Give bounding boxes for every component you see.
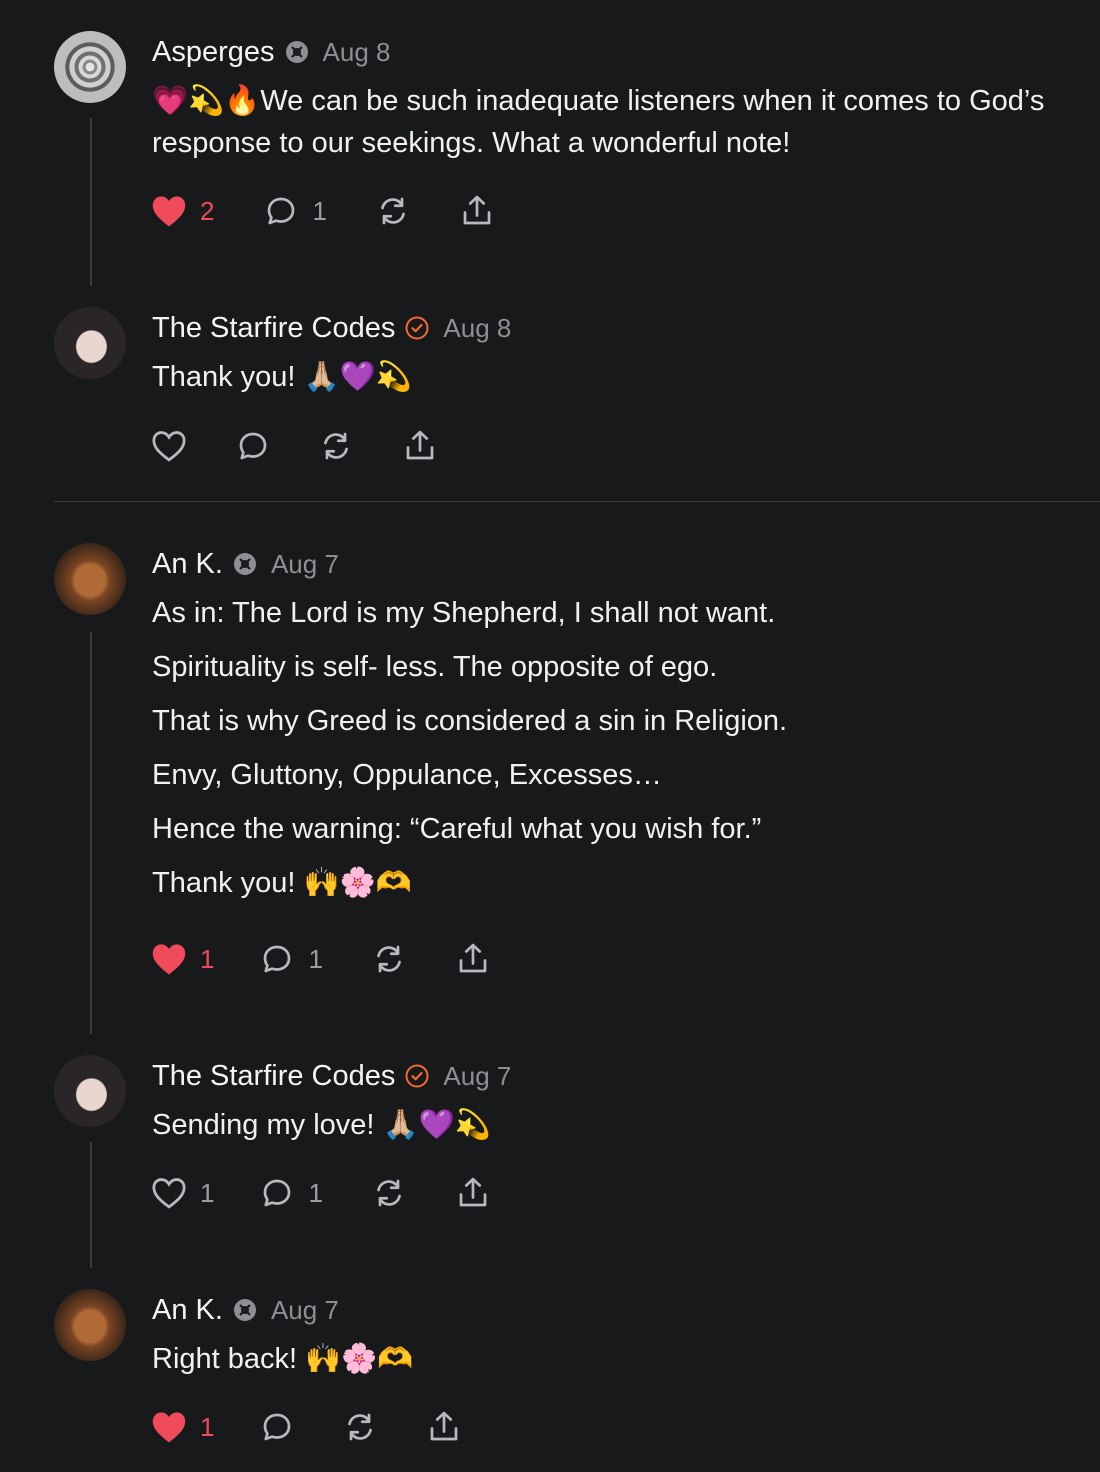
- comment-text: Sending my love! 🙏🏼💜💫: [152, 1109, 491, 1141]
- comment-text: Right back! 🙌🌸🫶: [152, 1343, 414, 1375]
- like-count: 1: [200, 1411, 215, 1442]
- restack-button[interactable]: [342, 1409, 378, 1445]
- comment-text: Thank you! 🙏🏼💜💫: [152, 361, 412, 393]
- like-button[interactable]: 1: [150, 1176, 214, 1210]
- reply-button[interactable]: 1: [258, 1175, 323, 1211]
- author-name[interactable]: The Starfire Codes: [152, 312, 395, 345]
- share-button[interactable]: [455, 1175, 491, 1211]
- restack-button[interactable]: [371, 1175, 407, 1211]
- comment-date[interactable]: Aug 7: [271, 1295, 339, 1326]
- like-count: 1: [200, 1177, 215, 1208]
- share-icon: [463, 195, 491, 225]
- like-button[interactable]: 2: [150, 194, 214, 228]
- comment-icon: [239, 432, 267, 460]
- divider: [54, 501, 1100, 502]
- comment-date[interactable]: Aug 7: [271, 549, 339, 580]
- comment-date[interactable]: Aug 8: [443, 313, 511, 344]
- subscriber-badge-icon: [233, 552, 257, 576]
- share-icon: [459, 943, 487, 973]
- avatar[interactable]: [54, 543, 126, 615]
- comment-text: 💗💫🔥We can be such inadequate listeners w…: [152, 85, 1045, 159]
- comment-text: Thank you! 🙌🌸🫶: [152, 867, 412, 899]
- comment-text: Envy, Gluttony, Oppulance, Excesses…: [152, 759, 662, 791]
- heart-icon: [152, 944, 186, 975]
- share-button[interactable]: [455, 941, 491, 977]
- share-icon: [459, 1177, 487, 1207]
- comment-text: Spirituality is self- less. The opposite…: [152, 651, 718, 683]
- avatar[interactable]: [54, 1055, 126, 1127]
- comment-text: Hence the warning: “Careful what you wis…: [152, 813, 762, 845]
- restack-icon: [324, 432, 348, 460]
- restack-icon: [377, 945, 401, 973]
- restack-icon: [348, 1413, 373, 1441]
- like-count: 2: [200, 195, 215, 226]
- comment-icon: [264, 1413, 291, 1441]
- comment-date[interactable]: Aug 8: [323, 37, 391, 68]
- restack-button[interactable]: [318, 428, 354, 464]
- heart-icon: [152, 196, 186, 227]
- avatar[interactable]: [54, 31, 126, 103]
- share-icon: [431, 1411, 458, 1441]
- restack-button[interactable]: [371, 941, 407, 977]
- comment-icon: [268, 197, 295, 225]
- verified-badge-icon: [405, 1064, 429, 1088]
- author-name[interactable]: An K.: [152, 1294, 223, 1327]
- reply-button[interactable]: [258, 1409, 308, 1445]
- comment-date[interactable]: Aug 7: [443, 1061, 511, 1092]
- reply-count: 1: [308, 943, 323, 974]
- author-name[interactable]: Asperges: [152, 36, 275, 69]
- reply-count: 1: [312, 195, 327, 226]
- restack-icon: [377, 1179, 401, 1207]
- verified-badge-icon: [405, 316, 429, 340]
- restack-button[interactable]: [375, 193, 411, 229]
- reply-count: 1: [308, 1177, 323, 1208]
- like-button[interactable]: 1: [150, 942, 214, 976]
- avatar[interactable]: [54, 307, 126, 379]
- comment-text: That is why Greed is considered a sin in…: [152, 705, 788, 737]
- share-icon: [406, 430, 434, 460]
- thread-line: [90, 632, 92, 1034]
- author-name[interactable]: The Starfire Codes: [152, 1060, 395, 1093]
- heart-icon: [152, 431, 186, 462]
- heart-icon: [152, 1412, 186, 1443]
- comment-text: As in: The Lord is my Shepherd, I shall …: [152, 597, 776, 629]
- reply-button[interactable]: 1: [258, 941, 323, 977]
- share-button[interactable]: [459, 193, 495, 229]
- like-count: 1: [200, 943, 215, 974]
- share-button[interactable]: [426, 1409, 462, 1445]
- subscriber-badge-icon: [285, 40, 309, 64]
- like-button[interactable]: 1: [150, 1410, 214, 1444]
- share-button[interactable]: [402, 428, 438, 464]
- reply-button[interactable]: [234, 428, 284, 464]
- reply-button[interactable]: 1: [262, 193, 327, 229]
- comment-icon: [264, 945, 291, 973]
- thread-line: [90, 118, 92, 286]
- comment-icon: [264, 1179, 291, 1207]
- thread-line: [90, 1142, 92, 1268]
- restack-icon: [381, 197, 405, 225]
- subscriber-badge-icon: [233, 1298, 257, 1322]
- author-name[interactable]: An K.: [152, 548, 223, 581]
- avatar[interactable]: [54, 1289, 126, 1361]
- like-button[interactable]: [150, 429, 200, 463]
- heart-icon: [152, 1178, 186, 1209]
